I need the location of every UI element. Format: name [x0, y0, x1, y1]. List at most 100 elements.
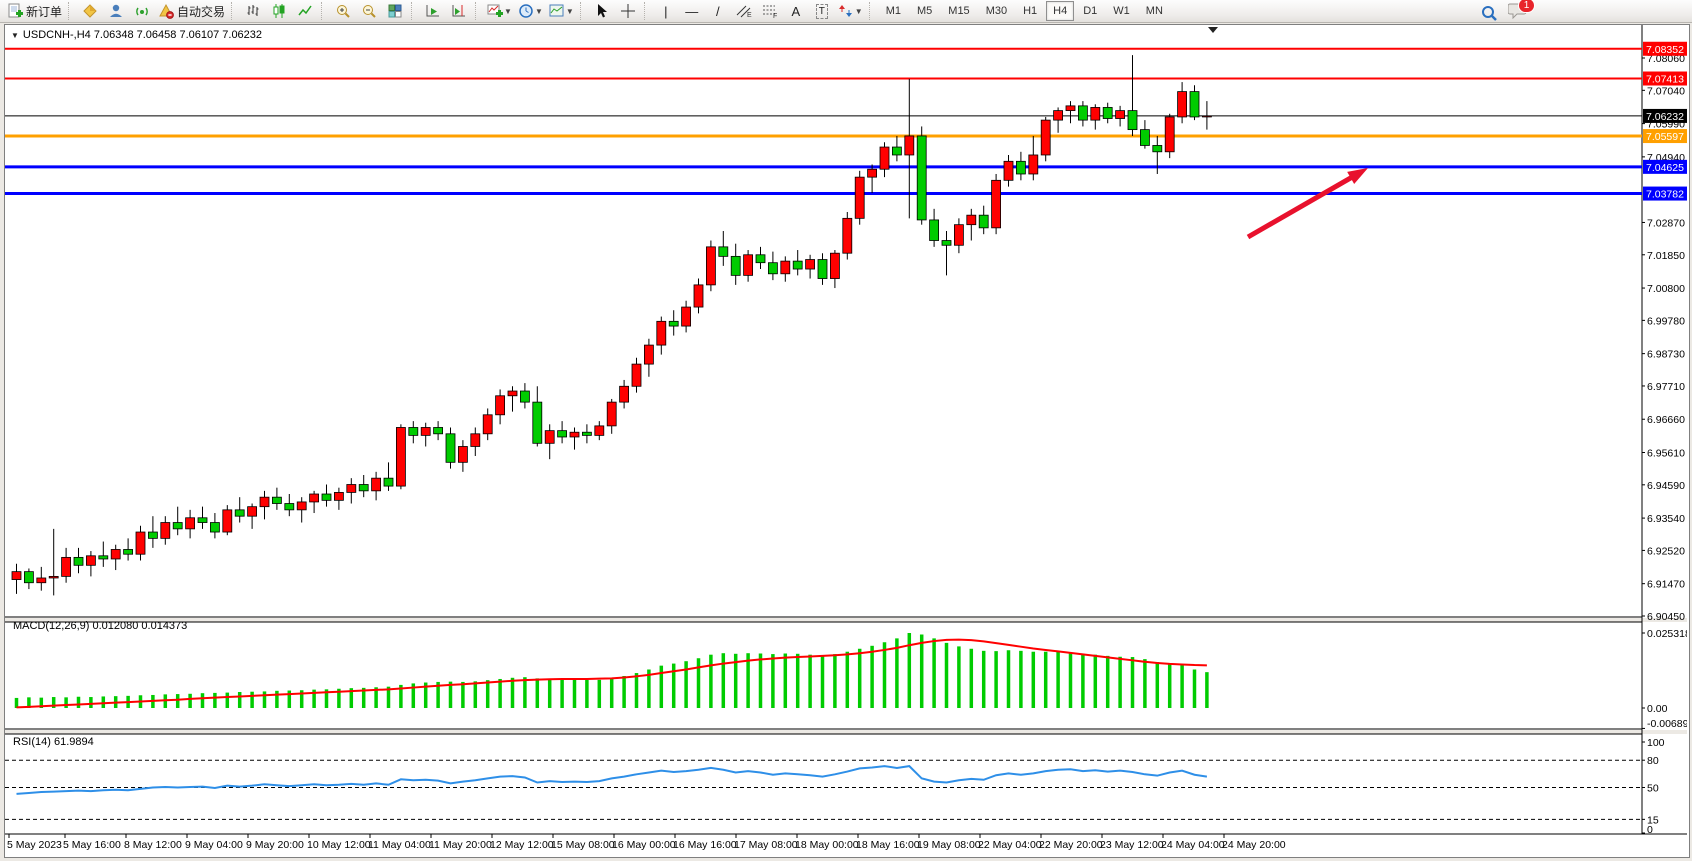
indicators-button[interactable]: ▼ — [484, 0, 515, 22]
template-chart-icon — [549, 3, 565, 19]
timeframe-d1[interactable]: D1 — [1076, 1, 1104, 21]
horizontal-line-tool-button[interactable]: — — [679, 0, 705, 22]
signals-button[interactable] — [129, 0, 155, 22]
timeframe-mn[interactable]: MN — [1139, 1, 1170, 21]
tile-windows-button[interactable] — [382, 0, 408, 22]
svg-text:9 May 20:00: 9 May 20:00 — [246, 839, 304, 851]
svg-text:12 May 12:00: 12 May 12:00 — [490, 839, 554, 851]
timeframe-m15[interactable]: M15 — [941, 1, 976, 21]
svg-text:0: 0 — [1647, 824, 1653, 836]
zoom-out-button[interactable] — [356, 0, 382, 22]
chart-surface[interactable]: 7.080607.070407.059907.049407.028707.018… — [5, 25, 1687, 855]
svg-text:E: E — [747, 12, 752, 19]
timeframe-m1[interactable]: M1 — [879, 1, 908, 21]
timeframe-toolbar: M1M5M15M30H1H4D1W1MN — [878, 1, 1171, 21]
cursor-tool-button[interactable] — [589, 0, 615, 22]
svg-text:23 May 12:00: 23 May 12:00 — [1100, 839, 1164, 851]
zoom-in-button[interactable] — [330, 0, 356, 22]
text-label-icon: T — [816, 4, 828, 19]
new-order-button[interactable]: 新订单 — [4, 0, 65, 22]
crosshair-tool-button[interactable] — [615, 0, 641, 22]
collapse-arrow-icon[interactable]: ▼ — [11, 31, 19, 40]
candlestick-icon — [271, 3, 287, 19]
bar-chart-icon — [245, 3, 261, 19]
svg-text:50: 50 — [1647, 783, 1659, 795]
svg-text:6.92520: 6.92520 — [1647, 545, 1685, 557]
timeframe-h1[interactable]: H1 — [1016, 1, 1044, 21]
auto-scroll-icon — [425, 3, 441, 19]
svg-text:18 May 00:00: 18 May 00:00 — [795, 839, 859, 851]
chart-shift-marker[interactable] — [1208, 27, 1218, 33]
svg-text:7.07040: 7.07040 — [1647, 85, 1685, 97]
rsi-indicator-label: RSI(14) 61.9894 — [13, 736, 94, 748]
auto-trading-label: 自动交易 — [177, 3, 225, 20]
channel-tool-button[interactable]: E — [731, 0, 757, 22]
search-button[interactable] — [1476, 2, 1502, 24]
notification-badge: 1 — [1518, 0, 1535, 13]
line-chart-mode-button[interactable] — [292, 0, 318, 22]
vertical-line-tool-button[interactable]: | — [653, 0, 679, 22]
ohlc-info-text: USDCNH-,H4 7.06348 7.06458 7.06107 7.062… — [23, 29, 262, 41]
timeframe-w1[interactable]: W1 — [1106, 1, 1137, 21]
auto-scroll-button[interactable] — [420, 0, 446, 22]
toolbar-separator — [869, 2, 875, 20]
svg-text:19 May 08:00: 19 May 08:00 — [917, 839, 981, 851]
svg-text:16 May 16:00: 16 May 16:00 — [673, 839, 737, 851]
dropdown-arrow-icon: ▼ — [535, 7, 543, 16]
svg-text:22 May 20:00: 22 May 20:00 — [1039, 839, 1103, 851]
svg-text:10 May 12:00: 10 May 12:00 — [307, 839, 371, 851]
date-axis[interactable]: 5 May 20235 May 16:008 May 12:009 May 04… — [7, 834, 1286, 851]
search-icon — [1480, 4, 1498, 22]
svg-text:-0.006894: -0.006894 — [1647, 718, 1687, 730]
svg-text:5 May 2023: 5 May 2023 — [7, 839, 62, 851]
auto-trading-button[interactable]: 自动交易 — [155, 0, 228, 22]
trendline-tool-button[interactable]: / — [705, 0, 731, 22]
svg-text:6.98730: 6.98730 — [1647, 349, 1685, 361]
new-order-label: 新订单 — [26, 3, 62, 20]
chart-shift-icon — [451, 3, 467, 19]
chart-window: 7.080607.070407.059907.049407.028707.018… — [4, 24, 1690, 858]
svg-text:6.99780: 6.99780 — [1647, 315, 1685, 327]
svg-text:11 May 04:00: 11 May 04:00 — [368, 839, 431, 851]
svg-text:22 May 04:00: 22 May 04:00 — [978, 839, 1042, 851]
svg-text:F: F — [773, 13, 777, 19]
trend-arrow[interactable] — [1248, 168, 1368, 237]
bar-chart-mode-button[interactable] — [240, 0, 266, 22]
crosshair-icon — [620, 3, 636, 19]
macd-indicator-label: MACD(12,26,9) 0.012080 0.014373 — [13, 620, 187, 632]
notifications-button[interactable]: 1 — [1508, 1, 1528, 24]
timeframe-m30[interactable]: M30 — [979, 1, 1014, 21]
metaeditor-button[interactable] — [77, 0, 103, 22]
svg-text:24 May 04:00: 24 May 04:00 — [1161, 839, 1225, 851]
cursor-arrow-icon — [594, 3, 610, 19]
toolbar-right-group: 1 — [1476, 1, 1528, 24]
chart-shift-button[interactable] — [446, 0, 472, 22]
clock-icon — [518, 3, 534, 19]
metaeditor-icon — [82, 3, 98, 19]
timeframe-h4[interactable]: H4 — [1046, 1, 1074, 21]
main-toolbar: 新订单 自动交易 — [0, 0, 1692, 23]
new-order-icon — [7, 3, 23, 19]
text-tool-button[interactable]: A — [783, 0, 809, 22]
svg-text:15 May 08:00: 15 May 08:00 — [551, 839, 615, 851]
community-person-icon — [108, 3, 124, 19]
arrows-tool-button[interactable]: ▼ — [835, 0, 866, 22]
svg-text:6.97710: 6.97710 — [1647, 381, 1685, 393]
fibonacci-icon: F — [761, 3, 779, 19]
community-button[interactable] — [103, 0, 129, 22]
level-lines[interactable] — [5, 49, 1642, 194]
timeframe-m5[interactable]: M5 — [910, 1, 939, 21]
signal-waves-icon — [134, 3, 150, 19]
candlestick-mode-button[interactable] — [266, 0, 292, 22]
toolbar-separator — [644, 2, 650, 20]
text-label-tool-button[interactable]: T — [809, 0, 835, 22]
templates-button[interactable]: ▼ — [546, 0, 577, 22]
price-axis: 7.080607.070407.059907.049407.028707.018… — [1642, 42, 1687, 623]
svg-text:7.06232: 7.06232 — [1646, 111, 1684, 123]
tile-windows-icon — [387, 3, 403, 19]
svg-text:7.04625: 7.04625 — [1646, 162, 1684, 174]
toolbar-separator — [231, 2, 237, 20]
vertical-line-icon: | — [664, 5, 667, 18]
fibonacci-tool-button[interactable]: F — [757, 0, 783, 22]
periods-button[interactable]: ▼ — [515, 0, 546, 22]
